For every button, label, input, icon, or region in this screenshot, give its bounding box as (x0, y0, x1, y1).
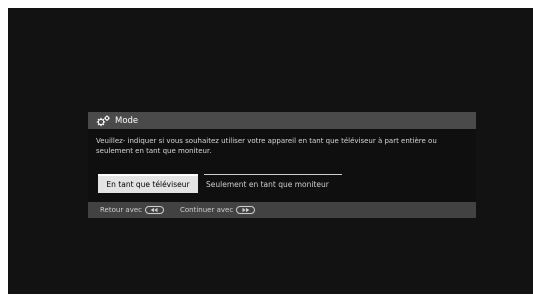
dialog-body: Veuillez- indiquer si vous souhaitez uti… (88, 129, 476, 202)
mode-dialog: Mode Veuillez- indiquer si vous souhaite… (88, 112, 476, 218)
dialog-title: Mode (115, 115, 139, 126)
tv-mode-button[interactable]: En tant que téléviseur (98, 174, 198, 193)
continue-hint: Continuer avec (180, 206, 256, 214)
rewind-button-icon (145, 206, 165, 214)
monitor-mode-button[interactable]: Seulement en tant que moniteur (204, 174, 342, 193)
tv-screen: Mode Veuillez- indiquer si vous souhaite… (8, 8, 533, 294)
dialog-message: Veuillez- indiquer si vous souhaitez uti… (96, 137, 437, 155)
continue-hint-label: Continuer avec (180, 206, 234, 214)
back-hint: Retour avec (100, 206, 165, 214)
gears-icon (96, 115, 111, 127)
dialog-title-bar: Mode (88, 112, 476, 129)
dialog-footer: Retour avec Continuer avec (88, 202, 476, 218)
back-hint-label: Retour avec (100, 206, 143, 214)
fast-forward-button-icon (236, 206, 256, 214)
